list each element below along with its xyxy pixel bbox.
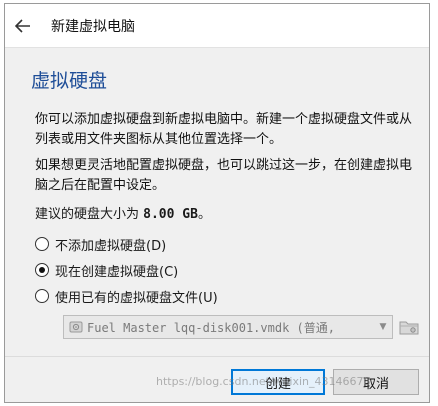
radio-existing-disk[interactable]	[35, 289, 49, 303]
back-button[interactable]	[9, 12, 37, 40]
existing-disk-select[interactable]: Fuel Master lqq-disk001.vmdk (普通, ▼	[63, 315, 393, 339]
option-no-disk-label: 不添加虚拟硬盘(D)	[55, 238, 167, 254]
browse-disk-button[interactable]	[397, 316, 421, 338]
dialog-footer: 创建 取消	[5, 356, 429, 402]
new-vm-dialog: 新建虚拟电脑 虚拟硬盘 你可以添加虚拟硬盘到新虚拟电脑中。新建一个虚拟硬盘文件或…	[4, 3, 430, 403]
option-create-disk[interactable]: 现在创建虚拟硬盘(C)	[35, 260, 178, 280]
folder-icon	[399, 321, 419, 335]
page-heading: 虚拟硬盘	[31, 70, 108, 92]
radio-create-disk[interactable]	[35, 263, 49, 277]
chevron-down-icon: ▼	[379, 322, 387, 332]
cancel-button[interactable]: 取消	[333, 369, 419, 395]
back-arrow-icon	[15, 19, 30, 33]
skip-hint-paragraph: 如果想更灵活地配置虚拟硬盘，也可以跳过这一步，在创建虚拟电脑之后在配置中设定。	[35, 158, 413, 193]
radio-no-disk[interactable]	[35, 237, 49, 251]
recommended-size-suffix: 。	[197, 207, 211, 222]
recommended-size-prefix: 建议的硬盘大小为	[35, 207, 144, 222]
disk-file-icon	[69, 321, 83, 333]
option-existing-disk[interactable]: 使用已有的虚拟硬盘文件(U)	[35, 286, 218, 306]
existing-disk-value: Fuel Master lqq-disk001.vmdk (普通,	[87, 320, 335, 335]
description-paragraph: 你可以添加虚拟硬盘到新虚拟电脑中。新建一个虚拟硬盘文件或从列表或用文件夹图标从其…	[35, 112, 413, 147]
recommended-size-text: 建议的硬盘大小为 8.00 GB。	[35, 203, 211, 222]
option-no-disk[interactable]: 不添加虚拟硬盘(D)	[35, 234, 166, 254]
window-title: 新建虚拟电脑	[51, 19, 135, 35]
option-existing-disk-label: 使用已有的虚拟硬盘文件(U)	[55, 290, 218, 306]
title-bar: 新建虚拟电脑	[5, 4, 429, 48]
create-button[interactable]: 创建	[231, 369, 325, 395]
option-create-disk-label: 现在创建虚拟硬盘(C)	[55, 264, 179, 280]
recommended-size-value: 8.00 GB	[143, 207, 198, 222]
